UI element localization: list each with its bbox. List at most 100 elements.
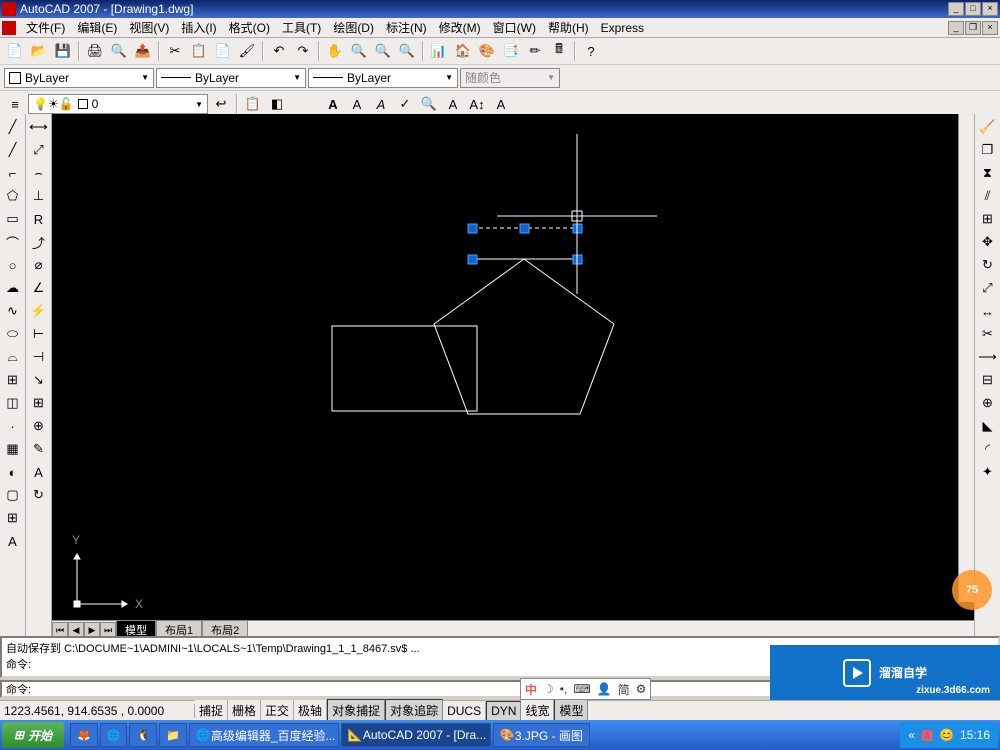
- spell-check-button[interactable]: ✓: [394, 93, 416, 115]
- scale-tool[interactable]: ⤢: [977, 277, 999, 299]
- ellipse-arc-tool[interactable]: ⌓: [2, 346, 24, 368]
- match-props-button[interactable]: 🖌: [236, 40, 258, 62]
- rectangle-shape[interactable]: [332, 326, 477, 411]
- grid-toggle[interactable]: 栅格: [228, 700, 261, 721]
- taskbar-item-3[interactable]: 🎨 3.JPG - 画图: [493, 723, 590, 747]
- join-tool[interactable]: ⊕: [977, 392, 999, 414]
- layer-dropdown[interactable]: 💡 ☀ 🔓 0 ▼: [28, 94, 208, 114]
- tray-icon-2[interactable]: 🅰: [921, 727, 933, 744]
- menu-dimension[interactable]: 标注(N): [380, 17, 433, 38]
- ime-jian-icon[interactable]: 简: [618, 681, 630, 698]
- array-tool[interactable]: ⊞: [977, 208, 999, 230]
- grip-mid[interactable]: [520, 224, 529, 233]
- text-justify-button[interactable]: A: [490, 93, 512, 115]
- menu-modify[interactable]: 修改(M): [433, 17, 487, 38]
- ime-moon-icon[interactable]: ☽: [543, 682, 554, 696]
- print-button[interactable]: 🖨: [84, 40, 106, 62]
- trim-tool[interactable]: ✂: [977, 323, 999, 345]
- model-toggle[interactable]: 模型: [554, 699, 588, 722]
- dim-linear-tool[interactable]: ⟷: [28, 116, 50, 138]
- hatch-tool[interactable]: ▦: [2, 438, 24, 460]
- tool-palettes-button[interactable]: 🎨: [476, 40, 498, 62]
- snap-toggle[interactable]: 捕捉: [195, 700, 228, 721]
- linetype-dropdown[interactable]: ByLayer ▼: [156, 68, 306, 88]
- plotstyle-dropdown[interactable]: 随颜色 ▼: [460, 68, 560, 88]
- new-button[interactable]: 📄: [4, 40, 26, 62]
- quick-launch-3[interactable]: 🐧: [129, 723, 157, 747]
- lwt-toggle[interactable]: 线宽: [521, 700, 554, 721]
- coordinates-display[interactable]: 1223.4561, 914.6535 , 0.0000: [0, 704, 195, 718]
- quick-launch-1[interactable]: 🦊: [70, 723, 98, 747]
- ime-keyboard-icon[interactable]: ⌨: [573, 682, 590, 696]
- dim-update-tool[interactable]: ↻: [28, 484, 50, 506]
- menu-help[interactable]: 帮助(H): [542, 17, 595, 38]
- rectangle-tool[interactable]: ▭: [2, 208, 24, 230]
- dim-aligned-tool[interactable]: ⤢: [28, 139, 50, 161]
- help-button[interactable]: ?: [580, 40, 602, 62]
- quick-launch-4[interactable]: 📁: [159, 723, 187, 747]
- find-button[interactable]: 🔍: [418, 93, 440, 115]
- minimize-button[interactable]: _: [948, 2, 964, 16]
- ortho-toggle[interactable]: 正交: [261, 700, 294, 721]
- close-button[interactable]: ×: [982, 2, 998, 16]
- menu-draw[interactable]: 绘图(D): [327, 17, 380, 38]
- menu-express[interactable]: Express: [595, 19, 650, 37]
- zoom-previous-button[interactable]: 🔍: [396, 40, 418, 62]
- copy-button[interactable]: 📋: [188, 40, 210, 62]
- ducs-toggle[interactable]: DUCS: [443, 702, 486, 720]
- taskbar-item-1[interactable]: 🌐 高级编辑器_百度经验...: [189, 723, 339, 747]
- layer-iso-button[interactable]: ◧: [266, 93, 288, 115]
- quick-launch-2[interactable]: 🌐: [100, 723, 128, 747]
- undo-button[interactable]: ↶: [268, 40, 290, 62]
- menu-window[interactable]: 窗口(W): [487, 17, 542, 38]
- polar-toggle[interactable]: 极轴: [294, 700, 327, 721]
- text-scale-button[interactable]: A↕: [466, 93, 488, 115]
- pentagon-shape[interactable]: [434, 259, 614, 414]
- dyn-toggle[interactable]: DYN: [486, 701, 521, 721]
- arc-tool[interactable]: ⌒: [2, 231, 24, 253]
- mtext-tool[interactable]: A: [2, 530, 24, 552]
- insert-block-tool[interactable]: ⊞: [2, 369, 24, 391]
- dim-tedit-tool[interactable]: A: [28, 461, 50, 483]
- dim-continue-tool[interactable]: ⊣: [28, 346, 50, 368]
- doc-minimize-button[interactable]: _: [948, 21, 964, 35]
- doc-restore-button[interactable]: ❐: [965, 21, 981, 35]
- mirror-tool[interactable]: ⧗: [977, 162, 999, 184]
- circle-tool[interactable]: ○: [2, 254, 24, 276]
- dim-center-tool[interactable]: ⊕: [28, 415, 50, 437]
- floating-badge[interactable]: 75: [952, 570, 992, 610]
- ime-toolbar[interactable]: 中 ☽ •, ⌨ 👤 简 ⚙: [520, 678, 651, 700]
- tray-icon-1[interactable]: «: [908, 728, 915, 742]
- move-tool[interactable]: ✥: [977, 231, 999, 253]
- maximize-button[interactable]: □: [965, 2, 981, 16]
- markup-button[interactable]: ✏: [524, 40, 546, 62]
- menu-view[interactable]: 视图(V): [123, 17, 175, 38]
- otrack-toggle[interactable]: 对象追踪: [385, 699, 443, 722]
- dim-quick-tool[interactable]: ⚡: [28, 300, 50, 322]
- xline-tool[interactable]: ╱: [2, 139, 24, 161]
- polygon-tool[interactable]: ⬠: [2, 185, 24, 207]
- text-button[interactable]: A: [322, 93, 344, 115]
- revcloud-tool[interactable]: ☁: [2, 277, 24, 299]
- ime-person-icon[interactable]: 👤: [597, 682, 612, 696]
- extend-tool[interactable]: ⟶: [977, 346, 999, 368]
- ime-lang-icon[interactable]: 中: [525, 681, 537, 698]
- quickcalc-button[interactable]: 🖩: [548, 40, 570, 62]
- paste-button[interactable]: 📄: [212, 40, 234, 62]
- dim-ordinate-tool[interactable]: ⊥: [28, 185, 50, 207]
- menu-tools[interactable]: 工具(T): [276, 17, 327, 38]
- menu-file[interactable]: 文件(F): [20, 17, 71, 38]
- cut-button[interactable]: ✂: [164, 40, 186, 62]
- explode-tool[interactable]: ✦: [977, 461, 999, 483]
- layer-states-button[interactable]: 📋: [242, 93, 264, 115]
- gradient-tool[interactable]: ◐: [2, 461, 24, 483]
- taskbar-item-2[interactable]: 📐 AutoCAD 2007 - [Dra...: [341, 723, 491, 747]
- erase-tool[interactable]: 🧹: [977, 116, 999, 138]
- dim-angular-tool[interactable]: ∠: [28, 277, 50, 299]
- dim-radius-tool[interactable]: R: [28, 208, 50, 230]
- chamfer-tool[interactable]: ◣: [977, 415, 999, 437]
- copy-tool[interactable]: ❐: [977, 139, 999, 161]
- line-tool[interactable]: ╱: [2, 116, 24, 138]
- spline-tool[interactable]: ∿: [2, 300, 24, 322]
- doc-close-button[interactable]: ×: [982, 21, 998, 35]
